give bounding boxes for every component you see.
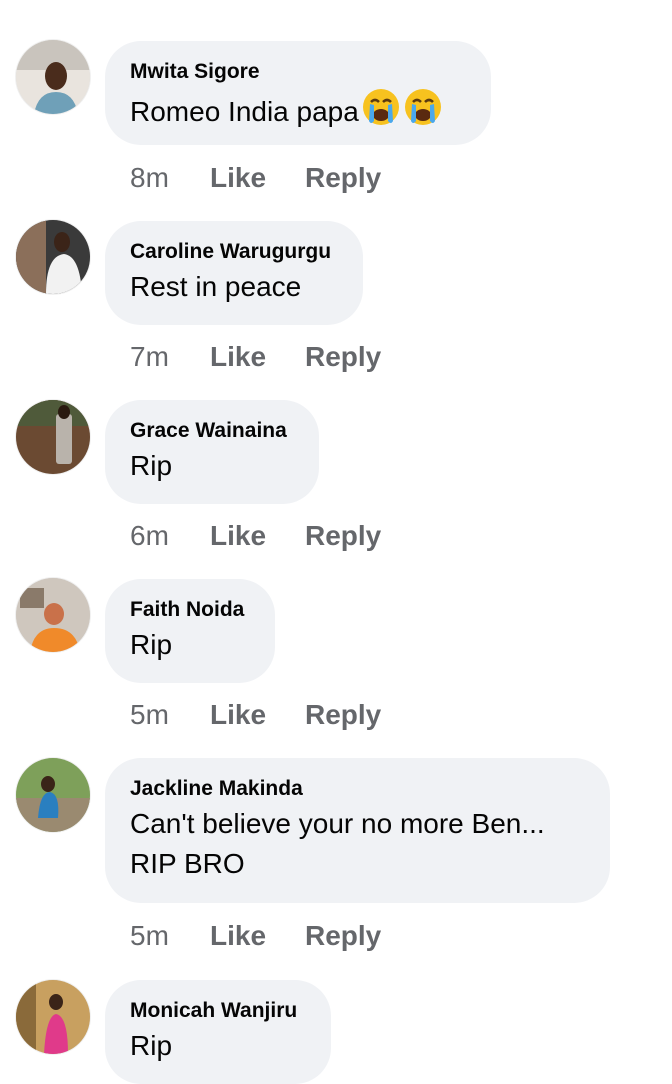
comment-meta: 6m Like Reply <box>130 519 381 553</box>
comment-text: Can't believe your no more Ben... <box>130 808 545 839</box>
avatar-photo <box>16 578 90 652</box>
like-button[interactable]: Like <box>210 340 305 374</box>
comment-bubble[interactable]: Monicah Wanjiru Rip <box>105 980 331 1084</box>
comment-time: 7m <box>130 341 169 372</box>
comment-author[interactable]: Grace Wainaina <box>130 418 293 444</box>
comment-text-content: Romeo India papa <box>130 96 359 127</box>
comment-meta: 8m Like Reply <box>130 161 381 195</box>
reply-button[interactable]: Reply <box>305 161 381 195</box>
comment-bubble[interactable]: Mwita Sigore Romeo India papa <box>105 41 491 145</box>
crying-face-icon <box>361 87 401 138</box>
like-button[interactable]: Like <box>210 919 305 953</box>
comment-meta: 5m Like Reply <box>130 698 381 732</box>
comment-time: 8m <box>130 162 169 193</box>
crying-face-icon <box>403 87 443 138</box>
comment-meta: 5m Like Reply <box>130 919 381 953</box>
like-button[interactable]: Like <box>210 161 305 195</box>
avatar-photo <box>16 758 90 832</box>
avatar[interactable] <box>16 400 90 474</box>
like-button[interactable]: Like <box>210 698 305 732</box>
reply-button[interactable]: Reply <box>305 340 381 374</box>
comment-text: Rip <box>130 629 173 660</box>
reply-button[interactable]: Reply <box>305 919 381 953</box>
comment-bubble[interactable]: Faith Noida Rip <box>105 579 275 683</box>
avatar-photo <box>16 400 90 474</box>
reply-button[interactable]: Reply <box>305 698 381 732</box>
avatar[interactable] <box>16 758 90 832</box>
comment-author[interactable]: Caroline Warugurgu <box>130 239 337 265</box>
comment-text: Rest in peace <box>130 271 302 302</box>
avatar-photo <box>16 980 90 1054</box>
comment-author[interactable]: Faith Noida <box>130 597 249 623</box>
comment-author[interactable]: Mwita Sigore <box>130 59 465 85</box>
avatar[interactable] <box>16 980 90 1054</box>
comment-bubble[interactable]: Grace Wainaina Rip <box>105 400 319 504</box>
avatar[interactable] <box>16 578 90 652</box>
comment-time: 5m <box>130 920 169 951</box>
avatar-photo <box>16 220 90 294</box>
comment-text: Rip <box>130 1030 173 1061</box>
comment-time: 5m <box>130 699 169 730</box>
comment-text: Romeo India papa <box>130 87 465 138</box>
comment-text: Rip <box>130 450 173 481</box>
comment-bubble[interactable]: Caroline Warugurgu Rest in peace <box>105 221 363 325</box>
comment-meta: 7m Like Reply <box>130 340 381 374</box>
like-button[interactable]: Like <box>210 519 305 553</box>
comment-time: 6m <box>130 520 169 551</box>
comment-author[interactable]: Jackline Makinda <box>130 776 584 802</box>
avatar-photo <box>16 40 90 114</box>
comment-text-line-2: RIP BRO <box>130 848 245 879</box>
reply-button[interactable]: Reply <box>305 519 381 553</box>
comment-bubble[interactable]: Jackline Makinda Can't believe your no m… <box>105 758 610 903</box>
avatar[interactable] <box>16 40 90 114</box>
avatar[interactable] <box>16 220 90 294</box>
comment-author[interactable]: Monicah Wanjiru <box>130 998 305 1024</box>
